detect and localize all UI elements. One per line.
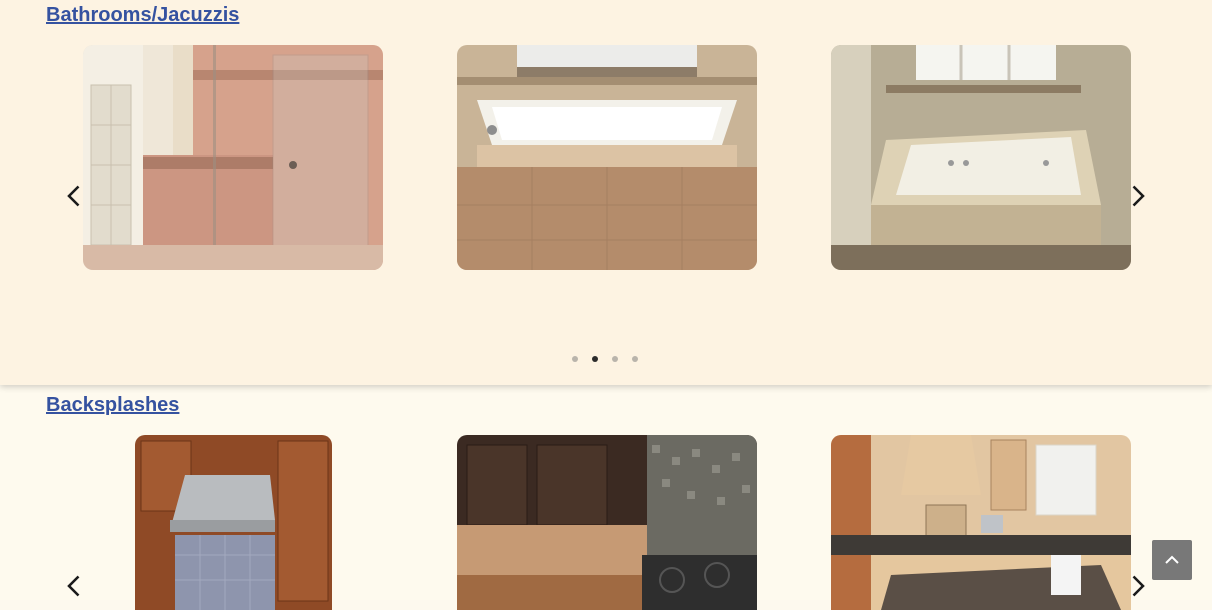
photo-mosaic-backsplash bbox=[457, 435, 757, 610]
slide-backsplash-range-hood[interactable] bbox=[135, 435, 332, 610]
slide-jacuzzi-tub-window[interactable] bbox=[457, 45, 757, 270]
chevron-left-icon bbox=[67, 575, 80, 597]
photo-kitchen-island bbox=[831, 435, 1131, 610]
scroll-to-top-button[interactable] bbox=[1152, 540, 1192, 580]
slide-kitchen-island[interactable] bbox=[831, 435, 1131, 610]
backsplashes-title-link[interactable]: Backsplashes bbox=[46, 394, 179, 417]
backsplashes-section: Backsplashes bbox=[0, 385, 1212, 610]
slide-walk-in-shower[interactable] bbox=[83, 45, 383, 270]
photo-jacuzzi-tub-window bbox=[457, 45, 757, 270]
carousel-dot-3[interactable] bbox=[612, 356, 618, 362]
photo-backsplash-range-hood bbox=[135, 435, 332, 610]
bathrooms-section: Bathrooms/Jacuzzis bbox=[0, 0, 1212, 385]
chevron-up-icon bbox=[1165, 555, 1179, 564]
slide-drop-in-jacuzzi[interactable] bbox=[831, 45, 1131, 270]
carousel-dot-4[interactable] bbox=[632, 356, 638, 362]
slide-mosaic-backsplash[interactable] bbox=[457, 435, 757, 610]
photo-walk-in-shower bbox=[83, 45, 383, 270]
photo-drop-in-jacuzzi bbox=[831, 45, 1131, 270]
carousel-dot-2[interactable] bbox=[592, 356, 598, 362]
carousel-prev-button[interactable] bbox=[64, 574, 88, 598]
carousel-dot-1[interactable] bbox=[572, 356, 578, 362]
bathrooms-title-link[interactable]: Bathrooms/Jacuzzis bbox=[46, 4, 239, 27]
